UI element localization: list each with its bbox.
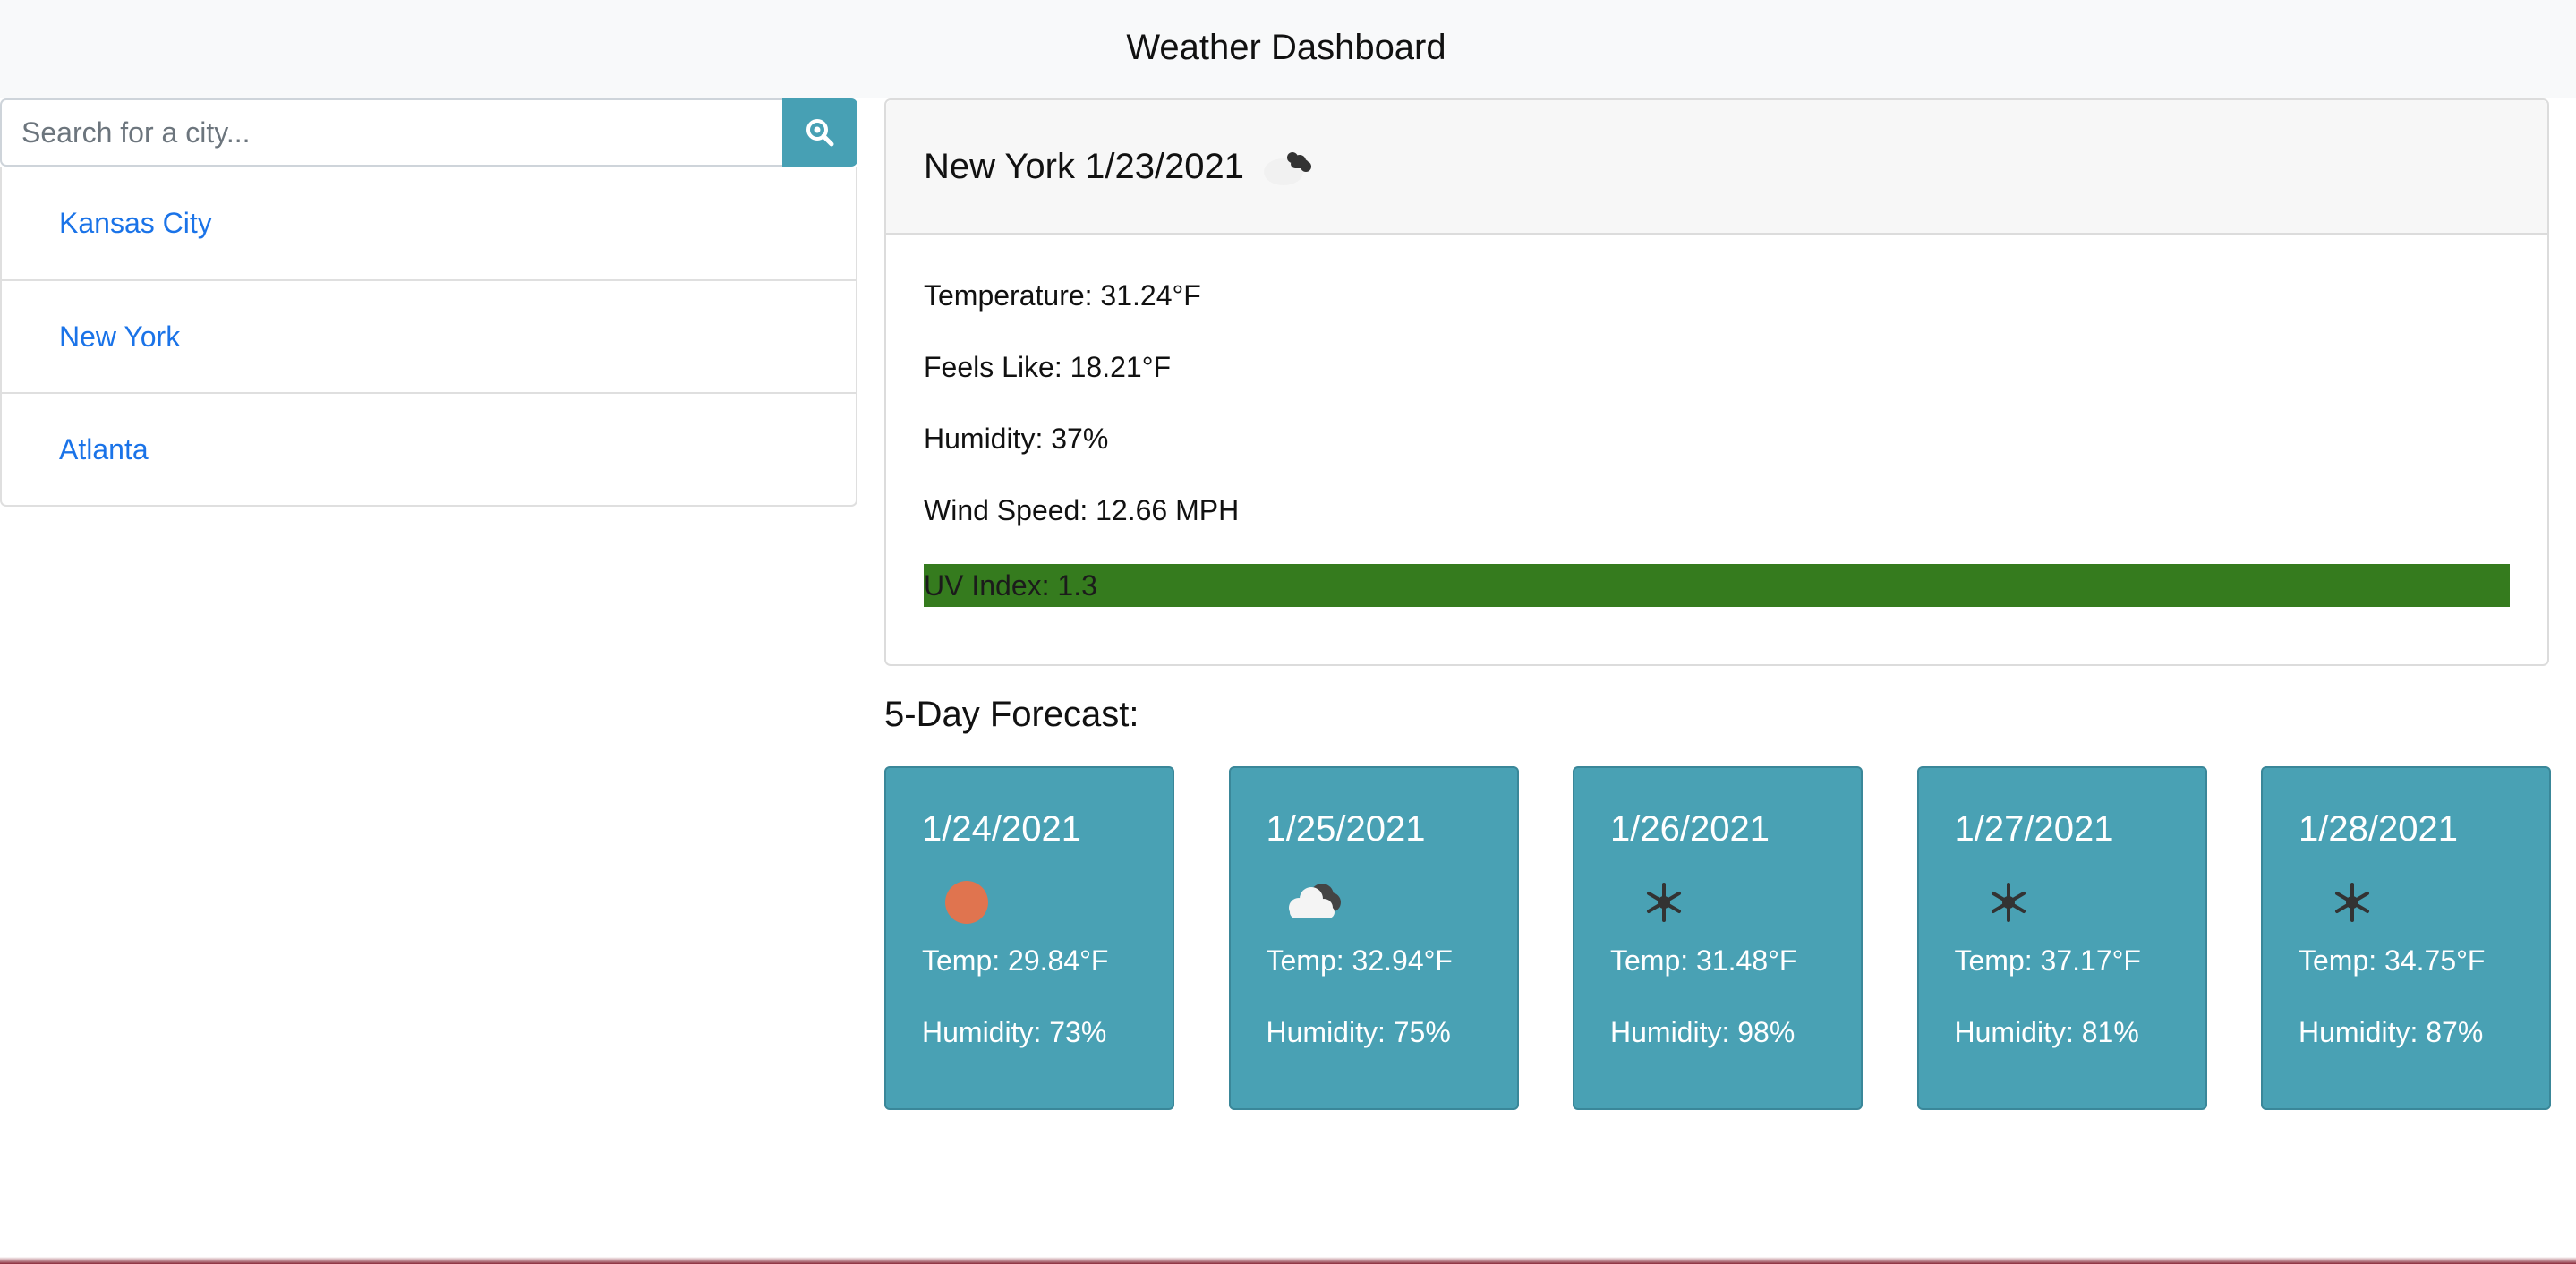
forecast-title: 5-Day Forecast: bbox=[884, 695, 1139, 734]
forecast-humidity: Humidity: 98% bbox=[1610, 1016, 1796, 1048]
search-group bbox=[0, 98, 857, 167]
broken-clouds-icon bbox=[1264, 152, 1312, 185]
temperature-text: Temperature: 31.24°F bbox=[924, 279, 1201, 312]
forecast-temp: Temp: 32.94°F bbox=[1266, 944, 1453, 977]
forecast-card: 1/24/2021 Temp: 29.84°F Humidity: 73% bbox=[884, 766, 1174, 1110]
forecast-humidity: Humidity: 75% bbox=[1266, 1016, 1451, 1048]
humidity-text: Humidity: 37% bbox=[924, 423, 1109, 455]
search-history-list: Kansas City New York Atlanta bbox=[0, 167, 857, 507]
feels-like-text: Feels Like: 18.21°F bbox=[924, 351, 1172, 383]
forecast-card: 1/27/2021 Temp: 37.17°F Humidity: 81% bbox=[1916, 766, 2207, 1110]
current-weather-header: New York 1/23/2021 bbox=[886, 100, 2547, 235]
snowflake-icon bbox=[1991, 883, 2026, 922]
forecast-humidity: Humidity: 87% bbox=[2299, 1016, 2484, 1048]
wind-speed-text: Wind Speed: 12.66 MPH bbox=[924, 494, 1240, 526]
city-item-kansas-city[interactable]: Kansas City bbox=[2, 167, 856, 279]
snowflake-icon bbox=[2335, 883, 2369, 922]
forecast-humidity: Humidity: 73% bbox=[922, 1016, 1107, 1048]
app-header: Weather Dashboard bbox=[0, 0, 2576, 98]
current-weather-card: New York 1/23/2021 Temperature: 31.24°F … bbox=[884, 98, 2549, 666]
sun-icon bbox=[945, 881, 988, 924]
forecast-row: 1/24/2021 Temp: 29.84°F Humidity: 73% 1/… bbox=[884, 766, 2551, 1110]
uv-index-bar: UV Index: 1.3 bbox=[924, 564, 2510, 607]
forecast-temp: Temp: 37.17°F bbox=[1954, 944, 2141, 977]
forecast-temp: Temp: 31.48°F bbox=[1610, 944, 1797, 977]
forecast-humidity: Humidity: 81% bbox=[1954, 1016, 2139, 1048]
cloud-icon bbox=[1288, 884, 1341, 918]
forecast-temp: Temp: 29.84°F bbox=[922, 944, 1109, 977]
search-input[interactable] bbox=[0, 98, 782, 167]
search-button[interactable] bbox=[782, 98, 857, 167]
city-item-new-york[interactable]: New York bbox=[2, 279, 856, 392]
window-bottom-edge bbox=[0, 1257, 2576, 1264]
forecast-date: 1/25/2021 bbox=[1266, 809, 1426, 849]
forecast-card: 1/25/2021 Temp: 32.94°F Humidity: 75% bbox=[1228, 766, 1519, 1110]
forecast-date: 1/27/2021 bbox=[1954, 809, 2114, 849]
forecast-card: 1/28/2021 Temp: 34.75°F Humidity: 87% bbox=[2261, 766, 2551, 1110]
forecast-card: 1/26/2021 Temp: 31.48°F Humidity: 98% bbox=[1573, 766, 1863, 1110]
page-title: Weather Dashboard bbox=[1126, 27, 1446, 67]
forecast-temp: Temp: 34.75°F bbox=[2299, 944, 2486, 977]
snowflake-icon bbox=[1647, 883, 1681, 922]
forecast-date: 1/28/2021 bbox=[2299, 809, 2458, 849]
current-city-title: New York 1/23/2021 bbox=[924, 146, 1245, 186]
search-icon bbox=[806, 119, 834, 147]
forecast-date: 1/24/2021 bbox=[922, 809, 1081, 849]
current-weather-body: Temperature: 31.24°F Feels Like: 18.21°F… bbox=[886, 235, 2547, 607]
city-item-atlanta[interactable]: Atlanta bbox=[2, 392, 856, 505]
forecast-date: 1/26/2021 bbox=[1610, 809, 1770, 849]
